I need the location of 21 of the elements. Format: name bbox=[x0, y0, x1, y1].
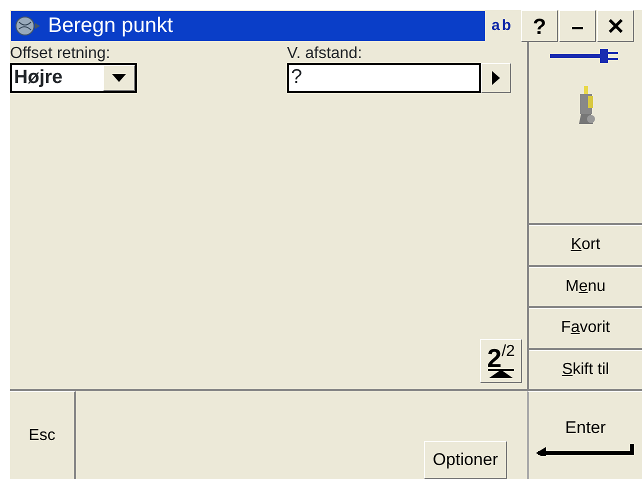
options-button[interactable]: Optioner bbox=[424, 441, 507, 479]
help-button[interactable]: ? bbox=[521, 10, 558, 42]
arrow-right-icon[interactable] bbox=[492, 71, 500, 85]
side-button[interactable]: Menu bbox=[529, 266, 642, 308]
field-label: Offset retning: bbox=[10, 45, 112, 63]
input-mode-indicator[interactable]: ab bbox=[485, 11, 519, 41]
field-label: V. afstand: bbox=[287, 45, 364, 63]
side-button[interactable]: Favorit bbox=[529, 308, 642, 350]
page-indicator[interactable]: 2$^{/2}$ bbox=[480, 339, 522, 383]
enter-key-icon bbox=[536, 442, 636, 456]
minimize-button[interactable]: – bbox=[559, 10, 596, 42]
side-button[interactable]: Kort bbox=[529, 225, 642, 266]
dropdown[interactable]: Højre bbox=[10, 63, 137, 93]
esc-button[interactable]: Esc bbox=[10, 391, 76, 479]
app-icon bbox=[14, 14, 42, 38]
input-field[interactable]: ? bbox=[287, 63, 481, 93]
close-button[interactable]: ✕ bbox=[597, 10, 634, 42]
side-button[interactable]: Skift til bbox=[529, 350, 642, 391]
dropdown-arrow-icon[interactable] bbox=[112, 74, 126, 82]
enter-button[interactable]: Enter bbox=[527, 391, 642, 479]
window-title: Beregn punkt bbox=[47, 13, 174, 40]
